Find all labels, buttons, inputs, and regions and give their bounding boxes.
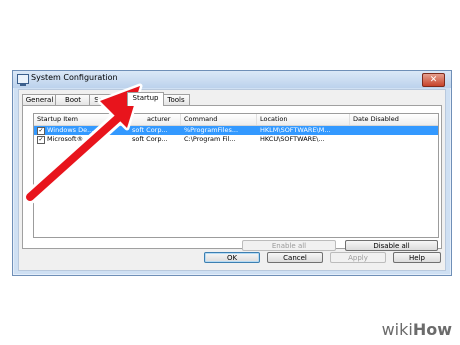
startup-tab-panel: Startup Item acturer Command Location Da…	[22, 105, 442, 251]
dialog-body: General Boot Services Startup Tools Star…	[18, 89, 446, 271]
disable-all-button[interactable]: Disable all	[345, 240, 438, 251]
column-header-startup-item[interactable]: Startup Item	[34, 114, 129, 125]
ok-button[interactable]: OK	[204, 252, 260, 263]
cell-date-disabled	[353, 126, 437, 135]
cancel-button[interactable]: Cancel	[267, 252, 323, 263]
enable-all-button[interactable]: Enable all	[242, 240, 336, 251]
window-title: System Configuration	[31, 73, 118, 82]
computer-icon	[17, 74, 29, 86]
cell-command: C:\Program Fil...	[184, 135, 236, 143]
row-checkbox[interactable]: ✓	[37, 127, 45, 135]
row-checkbox[interactable]: ✓	[37, 136, 45, 144]
cell-location: HKCU\SOFTWARE\...	[260, 135, 325, 143]
startup-items-table[interactable]: Startup Item acturer Command Location Da…	[33, 113, 439, 238]
table-row[interactable]: ✓ Windows De... soft Corp... %ProgramFil…	[34, 126, 438, 135]
cell-startup-item: Windows De...	[47, 126, 94, 134]
cell-location: HKLM\SOFTWARE\M...	[260, 126, 331, 134]
column-header-command[interactable]: Command	[181, 114, 257, 125]
close-button[interactable]: ✕	[422, 73, 445, 87]
apply-button[interactable]: Apply	[330, 252, 386, 263]
cell-command: %ProgramFiles...	[184, 126, 239, 134]
cell-manufacturer: soft Corp...	[132, 135, 168, 143]
help-button[interactable]: Help	[393, 252, 441, 263]
logo-how: How	[412, 320, 452, 339]
column-header-location[interactable]: Location	[257, 114, 350, 125]
cell-startup-item: Microsoft®...	[47, 135, 90, 143]
system-configuration-window: System Configuration ✕ General Boot Serv…	[12, 70, 452, 276]
column-header-manufacturer[interactable]: acturer	[129, 114, 181, 125]
column-header-date-disabled[interactable]: Date Disabled	[350, 114, 438, 125]
logo-wiki: wiki	[381, 320, 413, 339]
cell-date-disabled	[353, 135, 437, 144]
table-row[interactable]: ✓ Microsoft®... soft Corp... C:\Program …	[34, 135, 438, 144]
title-bar[interactable]: System Configuration ✕	[13, 71, 451, 88]
cell-manufacturer: soft Corp...	[132, 126, 168, 134]
wikihow-logo: wikiHow	[382, 320, 452, 339]
tab-startup[interactable]: Startup	[127, 92, 164, 106]
table-header: Startup Item acturer Command Location Da…	[34, 114, 438, 126]
